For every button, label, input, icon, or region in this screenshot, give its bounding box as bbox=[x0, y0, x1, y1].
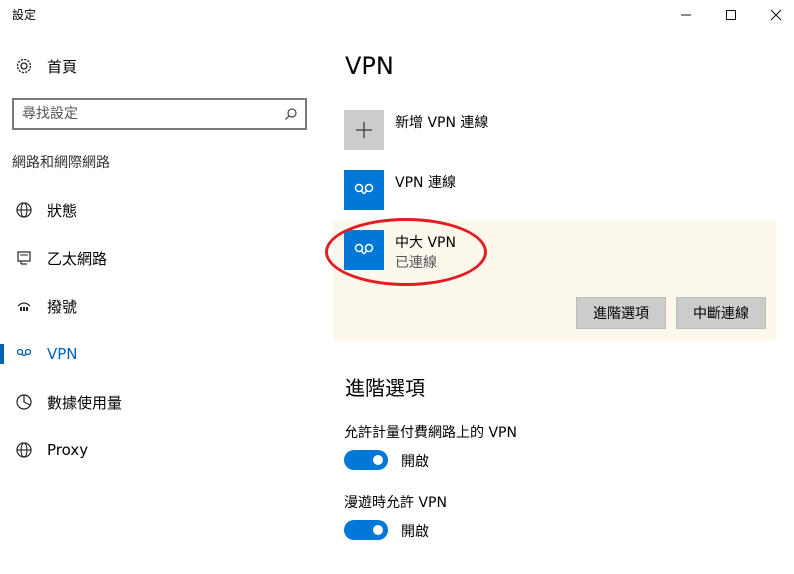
sidebar-item-label: VPN bbox=[47, 345, 78, 363]
vpn-icon bbox=[344, 170, 384, 210]
sidebar-item-vpn[interactable]: VPN bbox=[0, 332, 330, 376]
minimize-button[interactable] bbox=[663, 0, 709, 30]
toggle-knob bbox=[373, 455, 383, 465]
roaming-toggle[interactable] bbox=[344, 520, 388, 540]
maximize-button[interactable] bbox=[708, 0, 754, 30]
sidebar-item-dialup[interactable]: 撥號 bbox=[0, 284, 330, 328]
add-vpn-label: 新增 VPN 連線 bbox=[395, 115, 489, 131]
vpn-connection-status: 已連線 bbox=[395, 255, 437, 271]
sidebar-item-label: 首頁 bbox=[47, 57, 78, 76]
search-box[interactable] bbox=[12, 98, 307, 130]
sidebar-item-label: 乙太網路 bbox=[47, 249, 108, 268]
sidebar-item-proxy[interactable]: Proxy bbox=[0, 428, 330, 472]
toggle-knob bbox=[373, 525, 383, 535]
search-icon[interactable] bbox=[281, 104, 301, 124]
title-bar: 設定 bbox=[0, 0, 794, 30]
data-usage-icon bbox=[14, 392, 34, 412]
page-title: VPN bbox=[345, 52, 394, 80]
vpn-icon bbox=[344, 230, 384, 270]
close-button[interactable] bbox=[753, 0, 794, 30]
sidebar: 首頁 網路和網際網路 狀態 乙太網路 撥號 VPN 數據 bbox=[0, 30, 330, 574]
sidebar-item-data-usage[interactable]: 數據使用量 bbox=[0, 380, 330, 424]
sidebar-item-label: Proxy bbox=[47, 441, 89, 459]
close-icon bbox=[770, 9, 782, 21]
metered-network-toggle[interactable] bbox=[344, 450, 388, 470]
metered-network-setting-label: 允許計量付費網路上的 VPN bbox=[344, 425, 517, 441]
maximize-icon bbox=[726, 10, 736, 20]
sidebar-item-home[interactable]: 首頁 bbox=[0, 44, 330, 88]
vpn-connection-item[interactable]: VPN 連線 bbox=[333, 160, 776, 220]
sidebar-item-ethernet[interactable]: 乙太網路 bbox=[0, 236, 330, 280]
dialup-icon bbox=[14, 296, 34, 316]
search-input[interactable] bbox=[22, 105, 272, 123]
toggle-state-label: 開啟 bbox=[401, 524, 429, 540]
sidebar-item-label: 撥號 bbox=[47, 297, 78, 316]
vpn-connection-name: 中大 VPN bbox=[395, 235, 456, 251]
main-panel: VPN 新增 VPN 連線 VPN 連線 中大 VPN 已連線 進階選項 中斷連… bbox=[333, 30, 794, 574]
window-title: 設定 bbox=[12, 8, 37, 22]
ethernet-icon bbox=[14, 248, 34, 268]
sidebar-item-label: 狀態 bbox=[47, 201, 78, 220]
sidebar-item-status[interactable]: 狀態 bbox=[0, 188, 330, 232]
gear-icon bbox=[14, 56, 34, 76]
section-heading: 網路和網際網路 bbox=[12, 155, 110, 171]
toggle-state-label: 開啟 bbox=[401, 454, 429, 470]
advanced-options-heading: 進階選項 bbox=[345, 376, 425, 400]
vpn-icon bbox=[14, 344, 34, 364]
add-vpn-connection[interactable]: 新增 VPN 連線 bbox=[333, 100, 776, 160]
roaming-setting-label: 漫遊時允許 VPN bbox=[344, 495, 447, 511]
add-icon bbox=[344, 110, 384, 150]
advanced-options-button[interactable]: 進階選項 bbox=[576, 297, 666, 329]
globe-icon bbox=[14, 200, 34, 220]
vpn-connection-name: VPN 連線 bbox=[395, 175, 456, 191]
globe-icon bbox=[14, 440, 34, 460]
disconnect-button[interactable]: 中斷連線 bbox=[676, 297, 766, 329]
sidebar-item-label: 數據使用量 bbox=[47, 393, 123, 412]
minimize-icon bbox=[681, 14, 691, 16]
